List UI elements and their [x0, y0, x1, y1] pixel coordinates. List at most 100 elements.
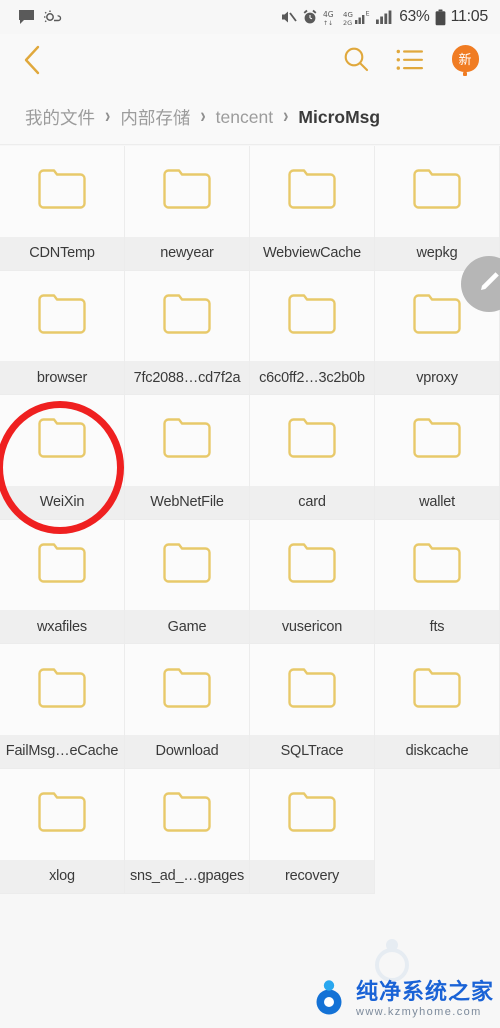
folder-item[interactable]: WebNetFile — [125, 395, 250, 520]
toolbar: 新 — [0, 34, 500, 90]
status-bar-left-icons — [18, 9, 62, 26]
clock-text: 11:05 — [450, 8, 489, 25]
folder-name-label: c6c0ff2…3c2b0b — [250, 361, 374, 395]
message-bubble-icon — [18, 9, 35, 26]
alarm-icon — [302, 9, 318, 25]
folder-icon — [375, 146, 499, 237]
circle-person-logo-icon — [309, 977, 349, 1022]
back-button[interactable] — [22, 43, 44, 82]
battery-percent-text: 63% — [399, 8, 430, 25]
search-icon — [343, 46, 370, 78]
breadcrumb-item-my-files[interactable]: 我的文件 — [20, 105, 100, 130]
new-feature-badge-button[interactable]: 新 — [450, 45, 480, 79]
folder-item[interactable]: wxafiles — [0, 519, 125, 645]
folder-name-label: diskcache — [375, 734, 499, 768]
folder-icon — [125, 769, 249, 860]
signal-4g-icon: 4G ↑↓ — [323, 9, 338, 26]
folder-name-label: 7fc2088…cd7f2a — [125, 361, 249, 395]
folder-item[interactable]: wepkg — [375, 146, 500, 271]
folder-icon — [0, 395, 124, 486]
folder-icon — [125, 146, 249, 237]
file-manager-screen: 4G ↑↓ 4G 2G E 63% 11:05 新 我的文件 › 内部存储 › … — [0, 0, 500, 1028]
folder-icon — [250, 644, 374, 735]
breadcrumb-item-micromsg[interactable]: MicroMsg — [293, 107, 385, 128]
folder-item[interactable]: diskcache — [375, 644, 500, 769]
watermark-url: www.kzmyhome.com — [355, 1005, 482, 1018]
battery-icon — [435, 9, 446, 26]
folder-icon — [250, 395, 374, 486]
search-button[interactable] — [343, 46, 370, 78]
svg-text:4G: 4G — [323, 10, 334, 19]
folder-name-label: FailMsg…eCache — [0, 734, 124, 768]
folder-name-label: CDNTemp — [0, 236, 124, 270]
folder-icon — [250, 271, 374, 362]
pencil-edit-icon — [476, 269, 500, 300]
folder-item[interactable]: SQLTrace — [250, 644, 375, 769]
chevron-left-icon — [22, 43, 44, 82]
folder-icon — [125, 644, 249, 735]
mute-icon — [280, 9, 297, 25]
folder-name-label: wallet — [375, 485, 499, 519]
toolbar-actions: 新 — [343, 45, 486, 79]
view-mode-button[interactable] — [396, 48, 424, 77]
new-badge-tail-icon — [463, 72, 467, 76]
signal-4g-2g-icon: 4G 2G E — [343, 9, 371, 26]
svg-text:E: E — [366, 9, 370, 17]
folder-item[interactable]: WeiXin — [0, 395, 125, 520]
folder-icon — [0, 271, 124, 362]
folder-grid: CDNTemp newyear WebviewCache wepkg browser 7f… — [0, 146, 500, 894]
folder-item[interactable]: vusericon — [250, 519, 375, 645]
folder-icon — [250, 520, 374, 611]
folder-item[interactable]: fts — [375, 519, 500, 645]
breadcrumb: 我的文件 › 内部存储 › tencent › MicroMsg — [0, 90, 500, 145]
folder-item[interactable]: recovery — [250, 768, 375, 894]
folder-icon — [250, 146, 374, 237]
folder-item[interactable]: 7fc2088…cd7f2a — [125, 270, 250, 396]
folder-icon — [125, 520, 249, 611]
watermark-title: 纯净系统之家 — [355, 979, 494, 1005]
status-bar-right-icons: 4G ↑↓ 4G 2G E 63% 11:05 — [280, 8, 488, 26]
folder-item[interactable]: FailMsg…eCache — [0, 644, 125, 769]
folder-name-label: WebviewCache — [250, 236, 374, 270]
folder-name-label: xlog — [0, 859, 124, 893]
folder-item[interactable]: newyear — [125, 146, 250, 271]
folder-icon — [0, 644, 124, 735]
chevron-right-icon: › — [283, 104, 289, 128]
list-view-icon — [396, 48, 424, 77]
folder-icon — [125, 395, 249, 486]
folder-item[interactable]: xlog — [0, 768, 125, 894]
folder-item[interactable]: Download — [125, 644, 250, 769]
folder-icon — [250, 769, 374, 860]
breadcrumb-item-internal-storage[interactable]: 内部存储 — [115, 105, 195, 130]
folder-icon — [125, 271, 249, 362]
folder-name-label: WeiXin — [0, 485, 124, 519]
folder-name-label: browser — [0, 361, 124, 395]
folder-icon — [375, 520, 499, 611]
svg-text:↑↓: ↑↓ — [323, 20, 333, 26]
new-badge-label: 新 — [451, 45, 479, 72]
folder-name-label: newyear — [125, 236, 249, 270]
breadcrumb-item-tencent[interactable]: tencent — [211, 107, 278, 128]
svg-text:4G: 4G — [343, 11, 353, 19]
folder-name-label: recovery — [250, 859, 374, 893]
folder-item[interactable]: WebviewCache — [250, 146, 375, 271]
chevron-right-icon: › — [105, 104, 111, 128]
weather-icon — [43, 9, 62, 26]
status-bar: 4G ↑↓ 4G 2G E 63% 11:05 — [0, 0, 500, 34]
folder-name-label: WebNetFile — [125, 485, 249, 519]
folder-name-label: SQLTrace — [250, 734, 374, 768]
folder-item[interactable]: card — [250, 395, 375, 520]
folder-item[interactable]: Game — [125, 519, 250, 645]
folder-icon — [0, 520, 124, 611]
folder-item[interactable]: sns_ad_…gpages — [125, 768, 250, 894]
folder-item[interactable]: browser — [0, 270, 125, 396]
folder-item[interactable]: wallet — [375, 395, 500, 520]
folder-item[interactable]: c6c0ff2…3c2b0b — [250, 270, 375, 396]
folder-name-label: vusericon — [250, 610, 374, 644]
folder-name-label: vproxy — [375, 361, 499, 395]
folder-name-label: wxafiles — [0, 610, 124, 644]
grid-cell-empty — [375, 768, 500, 894]
folder-item[interactable]: CDNTemp — [0, 146, 125, 271]
folder-icon — [0, 146, 124, 237]
watermark: 纯净系统之家 www.kzmyhome.com — [309, 977, 494, 1022]
